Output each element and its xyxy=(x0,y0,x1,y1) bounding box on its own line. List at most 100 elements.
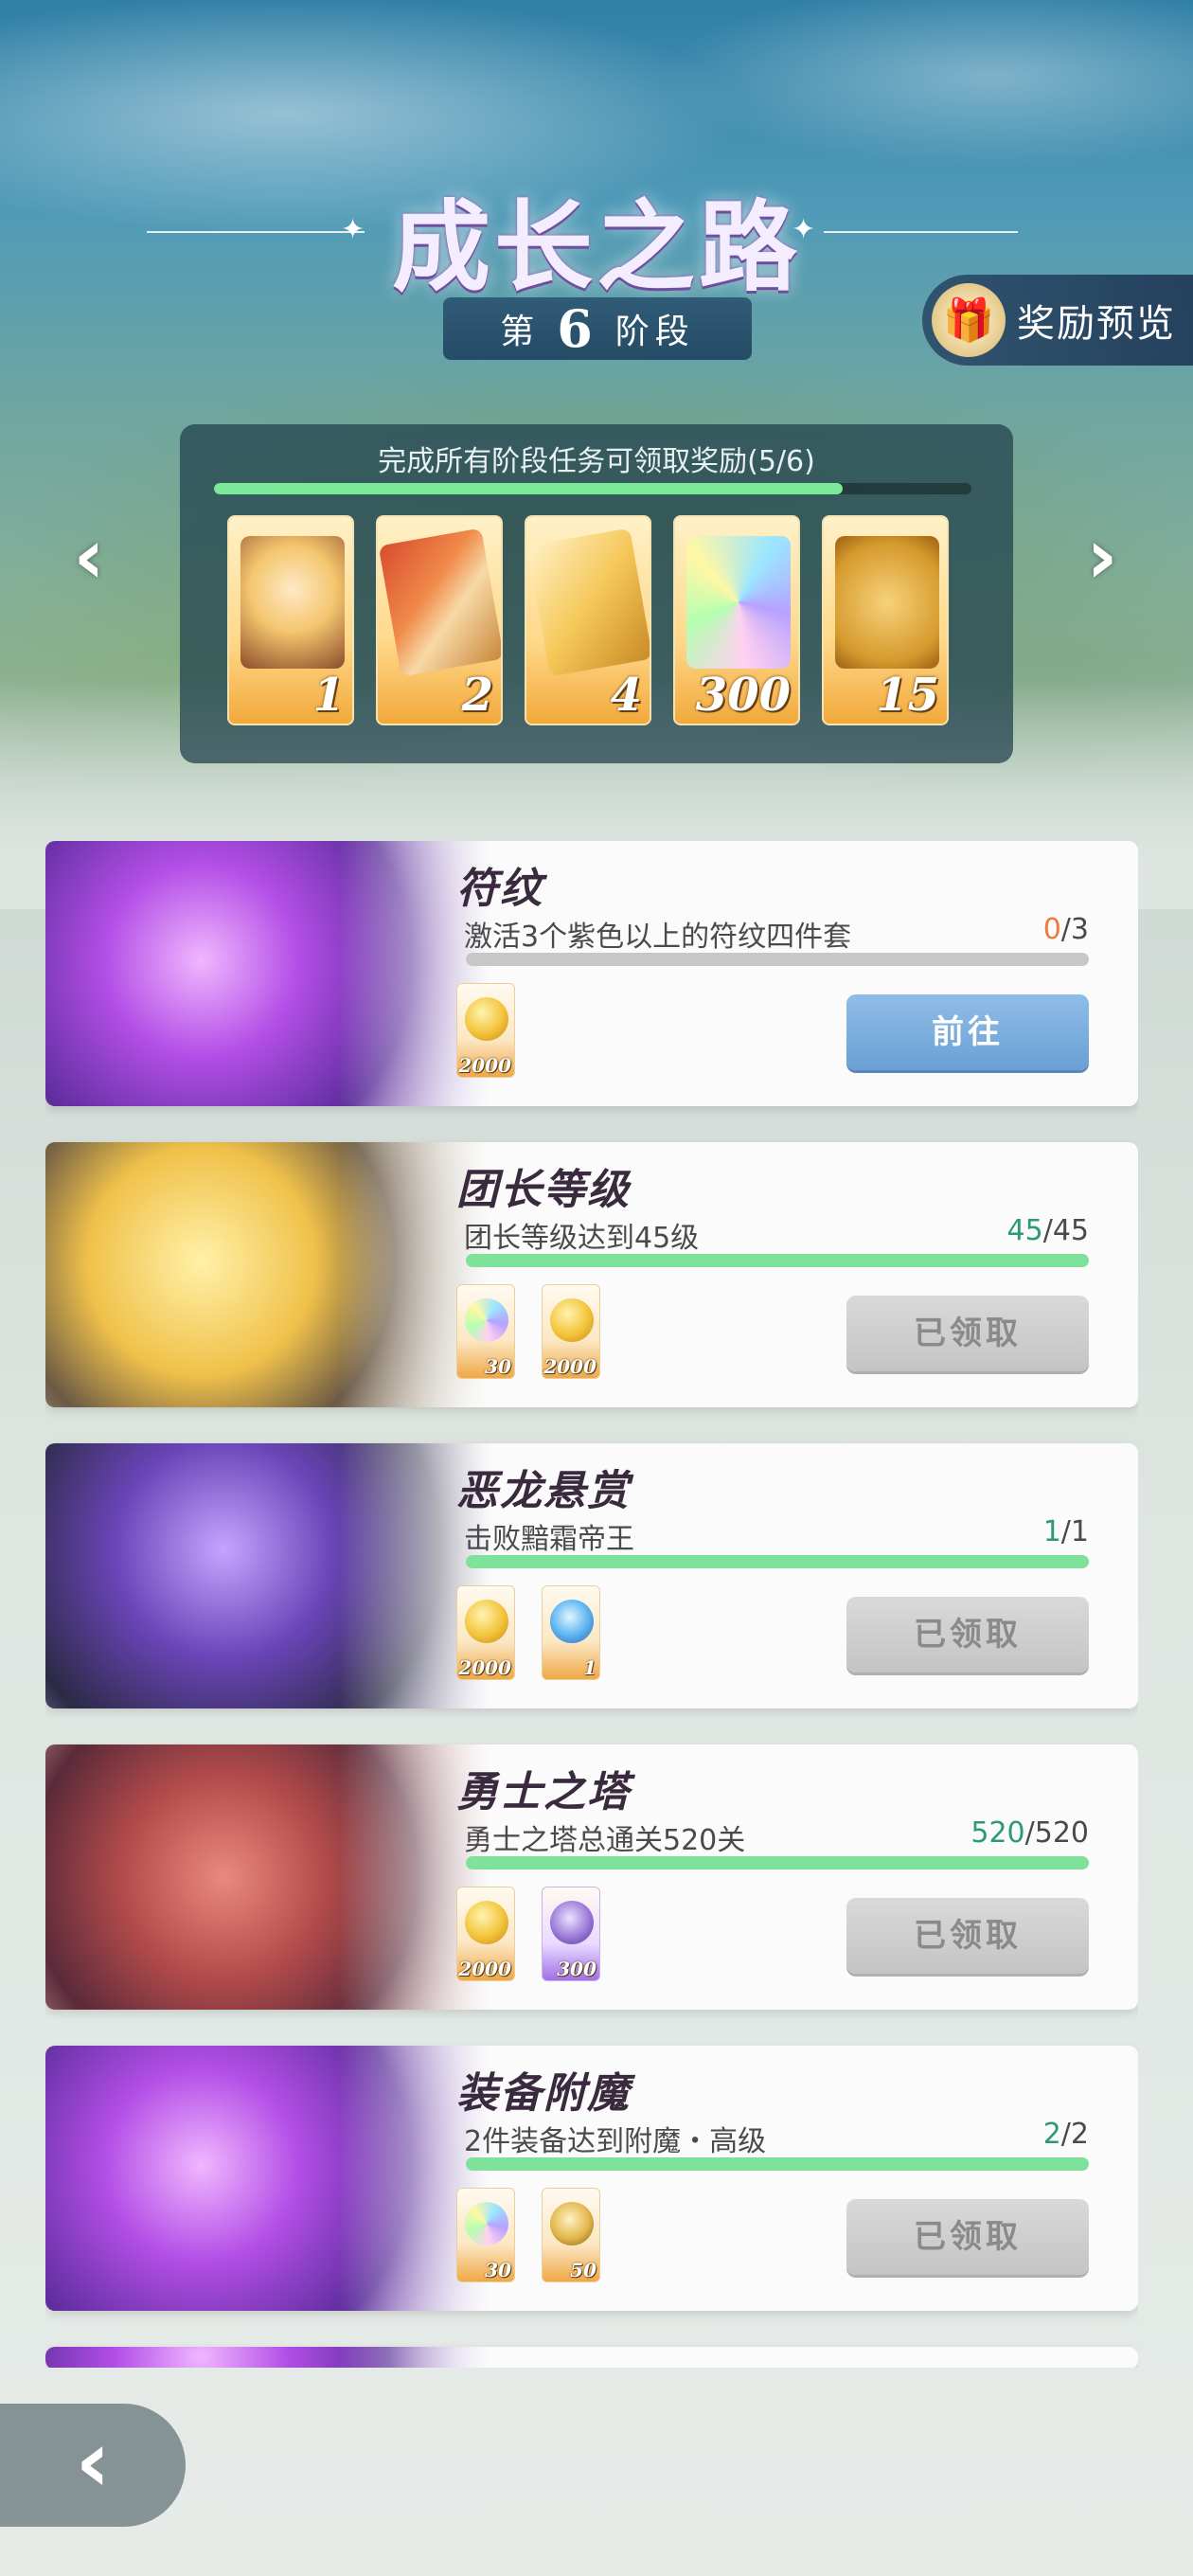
stage-reward-count: 1 xyxy=(312,669,345,722)
stage-number: 6 xyxy=(557,298,598,359)
sparkle-icon: ✦ xyxy=(341,213,365,246)
rainbow-crystal-icon xyxy=(686,536,791,669)
stage-reward-count: 4 xyxy=(610,669,642,722)
task-progress-bar xyxy=(466,2157,1089,2171)
paw-coin-icon xyxy=(550,1298,594,1342)
task-progress-current: 1 xyxy=(1042,1515,1061,1548)
title-header: ✦ 成长之路 ✦ xyxy=(0,133,1193,305)
reward-count: 1 xyxy=(583,1656,596,1679)
task-progress-bar xyxy=(466,953,1089,966)
task-rewards: 2000 xyxy=(456,983,515,1078)
task-progress-total: /45 xyxy=(1042,1214,1089,1247)
reward-item[interactable]: 2000 xyxy=(456,983,515,1078)
claimed-button[interactable]: 已领取 xyxy=(846,1296,1089,1371)
task-description: 团长等级达到45级 xyxy=(464,1222,700,1255)
reward-count: 30 xyxy=(485,1355,511,1378)
reward-preview-button[interactable]: 🎁 奖励预览 xyxy=(922,275,1193,366)
task-card-partial xyxy=(45,2347,1138,2368)
task-illustration xyxy=(45,1443,490,1708)
task-progress-total: /1 xyxy=(1060,1515,1089,1548)
reward-item[interactable]: 50 xyxy=(542,2188,600,2282)
stage-progress-bar xyxy=(214,483,971,494)
reward-item[interactable]: 300 xyxy=(542,1887,600,1981)
claimed-button[interactable]: 已领取 xyxy=(846,1597,1089,1673)
reward-item[interactable]: 30 xyxy=(456,1284,515,1379)
back-arrow-icon[interactable]: ‹ xyxy=(0,2404,186,2527)
task-progress-fill xyxy=(466,1254,1089,1267)
reward-count: 2000 xyxy=(458,1958,511,1980)
task-card-warrior-tower: 勇士之塔 勇士之塔总通关520关 520/520 2000 300 已领取 xyxy=(45,1744,1138,2010)
task-card-dragon-bounty: 恶龙悬赏 击败黯霜帝王 1/1 2000 1 已领取 xyxy=(45,1443,1138,1708)
task-rewards: 2000 300 xyxy=(456,1887,600,1981)
reward-item[interactable]: 2000 xyxy=(456,1887,515,1981)
task-title: 勇士之塔 xyxy=(456,1768,631,1816)
task-illustration xyxy=(45,841,490,1106)
claimed-button[interactable]: 已领取 xyxy=(846,1898,1089,1974)
red-scroll-icon xyxy=(378,528,501,677)
stage-reward-items: 1 2 4 300 15 xyxy=(227,515,949,725)
task-progress-count: 2/2 xyxy=(1043,2118,1089,2151)
stage-reward-item[interactable]: 2 xyxy=(376,515,503,725)
task-progress-fill xyxy=(466,1856,1089,1869)
reward-item[interactable]: 30 xyxy=(456,2188,515,2282)
paw-coin-icon xyxy=(465,1901,508,1944)
reward-item[interactable]: 2000 xyxy=(542,1284,600,1379)
go-button[interactable]: 前往 xyxy=(846,994,1089,1070)
task-description: 击败黯霜帝王 xyxy=(464,1523,634,1556)
task-description: 2件装备达到附魔・高级 xyxy=(464,2125,767,2158)
task-progress-count: 1/1 xyxy=(1043,1515,1089,1548)
stage-reward-item[interactable]: 300 xyxy=(673,515,800,725)
reward-count: 30 xyxy=(485,2259,511,2281)
stage-prefix: 第 xyxy=(500,313,541,351)
claimed-button[interactable]: 已领取 xyxy=(846,2199,1089,2275)
task-card-equipment-enchant: 装备附魔 2件装备达到附魔・高级 2/2 30 50 已领取 xyxy=(45,2046,1138,2311)
stage-reward-item[interactable]: 1 xyxy=(227,515,354,725)
stage-reward-count: 2 xyxy=(461,669,493,722)
stage-reward-item[interactable]: 4 xyxy=(525,515,651,725)
gift-icon: 🎁 xyxy=(932,283,1006,357)
task-progress-current: 0 xyxy=(1042,913,1061,946)
gold-scroll-icon xyxy=(526,528,650,677)
task-rewards: 30 2000 xyxy=(456,1284,600,1379)
sparkle-icon: ✦ xyxy=(792,213,816,246)
task-progress-total: /2 xyxy=(1060,2118,1089,2151)
stage-reward-item[interactable]: 15 xyxy=(822,515,949,725)
stage-suffix: 阶段 xyxy=(614,313,695,351)
reward-count: 50 xyxy=(570,2259,596,2281)
task-progress-bar xyxy=(466,1856,1089,1869)
title-decor-line-left xyxy=(147,231,365,233)
stage-progress-fill xyxy=(214,483,843,494)
task-illustration xyxy=(45,2347,490,2368)
character-card-icon xyxy=(240,536,345,669)
chevron-left-icon[interactable]: ‹ xyxy=(51,519,127,595)
reward-item[interactable]: 2000 xyxy=(456,1585,515,1680)
task-title: 符纹 xyxy=(456,865,543,913)
reward-count: 2000 xyxy=(458,1054,511,1077)
task-list[interactable]: 符纹 激活3个紫色以上的符纹四件套 0/3 2000 前往 团长等级 团长等级达… xyxy=(45,841,1138,2368)
task-progress-count: 45/45 xyxy=(1007,1214,1089,1247)
reward-item[interactable]: 1 xyxy=(542,1585,600,1680)
title-decor-line-right xyxy=(824,231,1018,233)
task-progress-total: /3 xyxy=(1060,913,1089,946)
task-description: 激活3个紫色以上的符纹四件套 xyxy=(464,921,852,954)
stage-reward-text: 完成所有阶段任务可领取奖励(5/6) xyxy=(378,445,815,478)
task-rewards: 2000 1 xyxy=(456,1585,600,1680)
stage-reward-count: 300 xyxy=(695,669,791,722)
task-title: 恶龙悬赏 xyxy=(456,1467,631,1515)
reward-count: 2000 xyxy=(543,1355,596,1378)
rainbow-crystal-icon xyxy=(465,2202,508,2245)
task-progress-current: 2 xyxy=(1042,2118,1061,2151)
paw-coin-icon xyxy=(465,997,508,1041)
task-title: 团长等级 xyxy=(456,1166,631,1214)
task-progress-current: 45 xyxy=(1006,1214,1043,1247)
task-rewards: 30 50 xyxy=(456,2188,600,2282)
task-card-leader-level: 团长等级 团长等级达到45级 45/45 30 2000 已领取 xyxy=(45,1142,1138,1407)
chevron-right-icon[interactable]: › xyxy=(1064,519,1140,595)
page-title: 成长之路 xyxy=(391,188,801,305)
task-progress-bar xyxy=(466,1555,1089,1568)
task-progress-count: 0/3 xyxy=(1043,913,1089,946)
reward-preview-label: 奖励预览 xyxy=(1017,302,1176,346)
task-illustration xyxy=(45,1744,490,2010)
blue-flame-icon xyxy=(550,1600,594,1643)
stage-indicator: 第 6 阶段 xyxy=(443,297,752,360)
